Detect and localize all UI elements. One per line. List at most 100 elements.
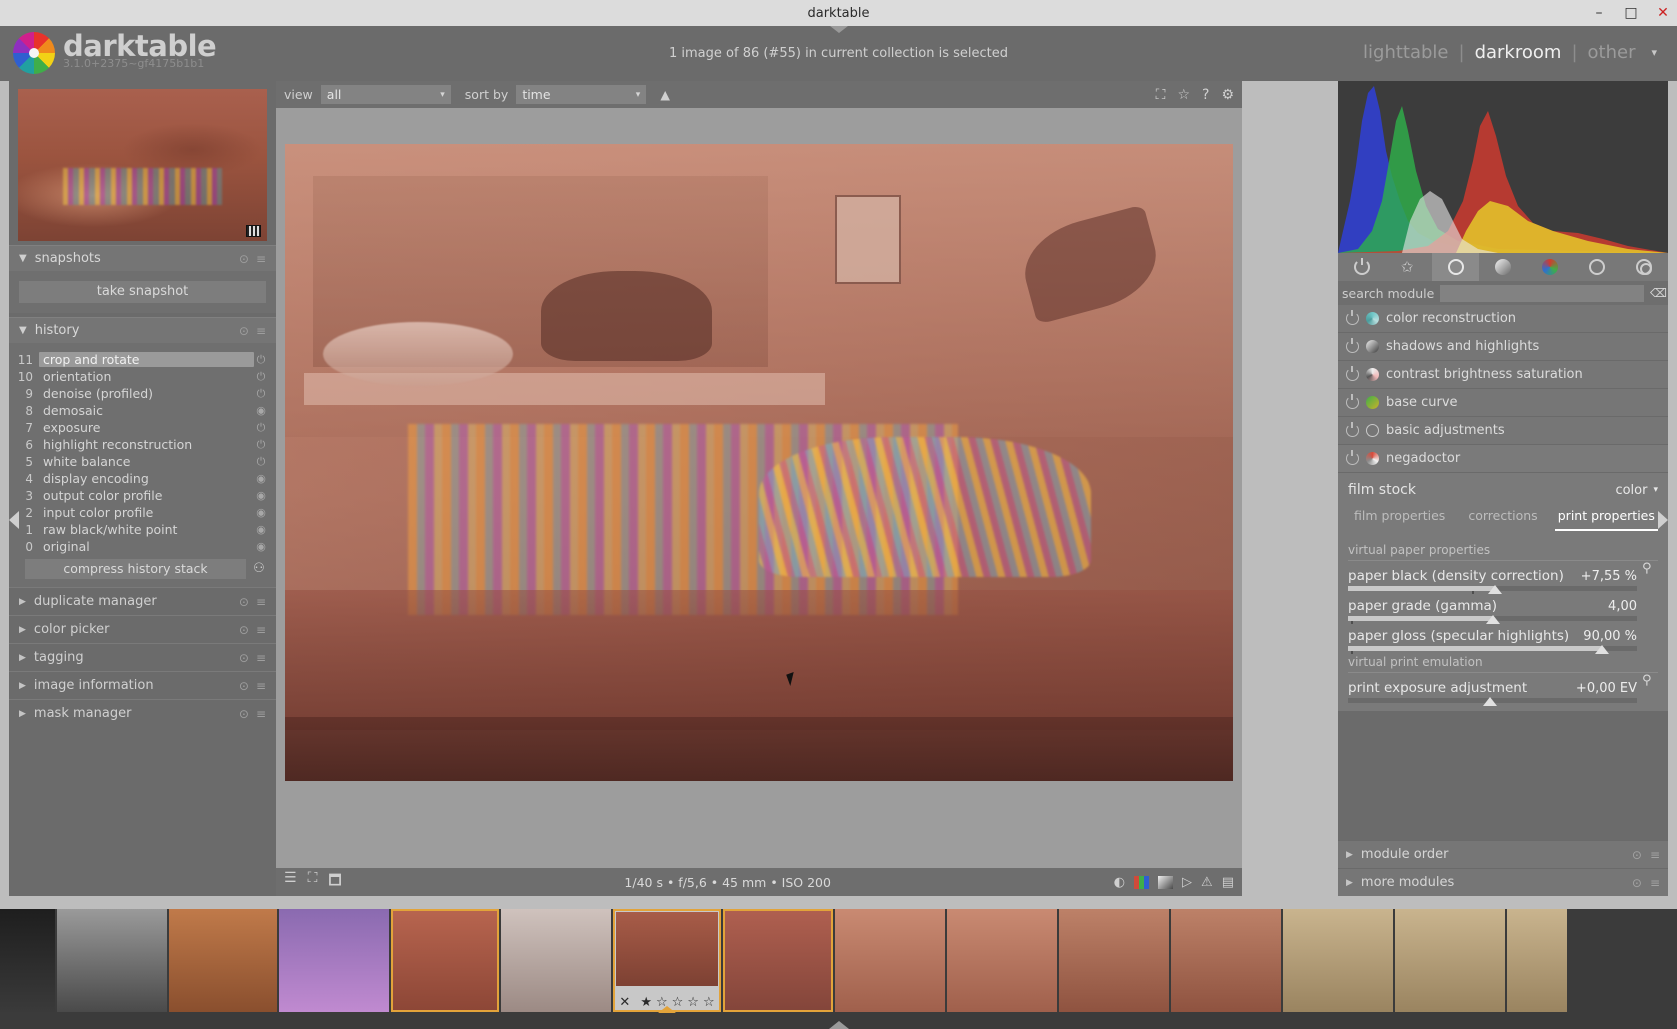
module-contrast-brightness-saturation[interactable]: contrast brightness saturation [1338,361,1668,389]
right-panel-collapse-arrow[interactable] [1658,511,1668,529]
module-shadows-and-highlights[interactable]: shadows and highlights [1338,333,1668,361]
history-item-status-icon[interactable]: ⏻ [254,421,268,435]
section-menu-icon[interactable]: ≡ [256,679,266,693]
right-section-module-order[interactable]: ▶ module order ⊙ ≡ [1338,840,1668,868]
filmstrip-toggle-icon[interactable]: ☰ [284,870,297,894]
focus-peaking-icon[interactable]: ◐ [1114,875,1125,890]
snapshots-header[interactable]: ▼ snapshots ⊙ ≡ [9,245,276,271]
history-item[interactable]: 0 original ◉ [9,538,276,555]
tab-print-properties[interactable]: print properties [1554,504,1658,531]
filmstrip-thumbnail[interactable] [1507,909,1567,1012]
history-item[interactable]: 3 output color profile ◉ [9,487,276,504]
module-power-icon[interactable] [1346,394,1359,409]
section-menu-icon[interactable]: ≡ [1650,876,1660,890]
take-snapshot-button[interactable]: take snapshot [19,281,266,303]
history-item-status-icon[interactable]: ⏻ [254,387,268,401]
filmstrip-thumbnail[interactable] [1171,909,1281,1012]
history-item-status-icon[interactable]: ◉ [254,489,268,502]
history-item[interactable]: 7 exposure ⏻ [9,419,276,436]
favorites-group-icon[interactable]: ✩ [1385,253,1432,281]
top-panel-collapse-handle[interactable] [829,26,848,33]
color-assessment-icon[interactable] [1134,875,1150,889]
grouping-icon[interactable]: ⛶ [1156,87,1166,103]
filmstrip-thumbnail[interactable]: ✕ ★ ☆ ☆ ☆ ☆ [613,909,721,1013]
section-menu-icon[interactable]: ≡ [256,707,266,721]
snapshots-menu-icon[interactable]: ≡ [256,252,266,266]
section-menu-icon[interactable]: ≡ [1650,848,1660,862]
left-section-color-picker[interactable]: ▶ color picker ⊙ ≡ [9,615,276,643]
history-header[interactable]: ▼ history ⊙ ≡ [9,317,276,343]
slider-track[interactable] [1348,615,1637,624]
history-item-status-icon[interactable]: ◉ [254,472,268,485]
filmstrip-thumbnail[interactable] [1283,909,1393,1012]
navigation-resize-handle[interactable] [246,225,261,237]
color-picker-icon[interactable]: ⚲ [1642,561,1658,577]
left-section-image-information[interactable]: ▶ image information ⊙ ≡ [9,671,276,699]
slider-thumb[interactable] [1488,585,1503,594]
gamut-check-icon[interactable]: ▷ [1182,875,1192,890]
slider-thumb[interactable] [1482,697,1497,706]
filmstrip-thumbnail[interactable] [947,909,1057,1012]
history-item[interactable]: 1 raw black/white point ◉ [9,521,276,538]
histogram[interactable] [1338,81,1668,253]
history-item[interactable]: 5 white balance ⏻ [9,453,276,470]
history-item[interactable]: 6 highlight reconstruction ⏻ [9,436,276,453]
history-item[interactable]: 11 crop and rotate ⏻ [9,351,276,368]
left-panel-collapse-arrow[interactable] [9,511,19,529]
slider-thumb[interactable] [1595,645,1610,654]
history-item-status-icon[interactable]: ◉ [254,506,268,519]
slider-paper-black-density-correction-[interactable]: paper black (density correction) +7,55 % [1348,568,1637,594]
history-reset-icon[interactable]: ⊙ [239,324,249,338]
filmstrip-thumbnail[interactable] [835,909,945,1012]
second-window-icon[interactable]: 🗖 [328,870,341,894]
history-item-status-icon[interactable]: ⏻ [254,370,268,384]
left-section-tagging[interactable]: ▶ tagging ⊙ ≡ [9,643,276,671]
filmstrip-thumbnail[interactable] [169,909,277,1012]
section-menu-icon[interactable]: ≡ [256,595,266,609]
help-icon[interactable]: ? [1202,87,1209,103]
overlays-star-icon[interactable]: ☆ [1177,87,1190,103]
duplicate-image-icon[interactable]: ⛶ [308,870,318,894]
history-item-status-icon[interactable]: ⏻ [254,353,268,367]
filmstrip-thumbnail[interactable] [391,909,499,1012]
over-exposure-warning-icon[interactable]: ⚠ [1201,875,1213,890]
section-reset-icon[interactable]: ⊙ [1632,848,1642,862]
effects-group-icon[interactable] [1621,253,1668,281]
view-other[interactable]: other [1588,42,1636,63]
filmstrip-thumbnail[interactable] [0,909,55,1012]
close-button[interactable]: ✕ [1655,5,1671,21]
slider-thumb[interactable] [1485,615,1500,624]
history-item-status-icon[interactable]: ⏻ [254,438,268,452]
section-reset-icon[interactable]: ⊙ [239,651,249,665]
star-4-icon[interactable]: ☆ [687,995,699,1010]
history-item[interactable]: 8 demosaic ◉ [9,402,276,419]
filmstrip-thumbnail[interactable] [1059,909,1169,1012]
module-power-icon[interactable] [1346,366,1359,381]
star-1-icon[interactable]: ★ [640,995,652,1010]
left-section-mask-manager[interactable]: ▶ mask manager ⊙ ≡ [9,699,276,727]
history-item[interactable]: 2 input color profile ◉ [9,504,276,521]
history-item[interactable]: 9 denoise (profiled) ⏻ [9,385,276,402]
slider-print-exposure-adjustment[interactable]: print exposure adjustment +0,00 EV [1348,680,1637,706]
compress-history-stack-button[interactable]: compress history stack [25,559,246,579]
color-picker-icon[interactable]: ⚲ [1642,673,1658,689]
history-item-status-icon[interactable]: ◉ [254,404,268,417]
softproof-icon[interactable] [1158,875,1174,889]
maximize-button[interactable]: □ [1623,5,1639,21]
preferences-gear-icon[interactable]: ⚙ [1221,87,1234,103]
navigation-preview[interactable] [18,89,267,241]
history-menu-icon[interactable]: ≡ [256,324,266,338]
filmstrip[interactable]: ✕ ★ ☆ ☆ ☆ ☆ [0,909,1677,1029]
tone-group-icon[interactable] [1479,253,1526,281]
filmstrip-thumbnail[interactable] [57,909,167,1012]
sort-by-select[interactable]: time ▾ [516,85,647,104]
view-lighttable[interactable]: lighttable [1363,42,1448,63]
filmstrip-thumbnail[interactable] [501,909,611,1012]
module-negadoctor[interactable]: negadoctor [1338,445,1668,473]
slider-track[interactable] [1348,697,1637,706]
section-reset-icon[interactable]: ⊙ [239,595,249,609]
module-power-icon[interactable] [1346,450,1359,465]
section-menu-icon[interactable]: ≡ [256,651,266,665]
image-canvas[interactable] [276,108,1242,868]
history-item[interactable]: 4 display encoding ◉ [9,470,276,487]
